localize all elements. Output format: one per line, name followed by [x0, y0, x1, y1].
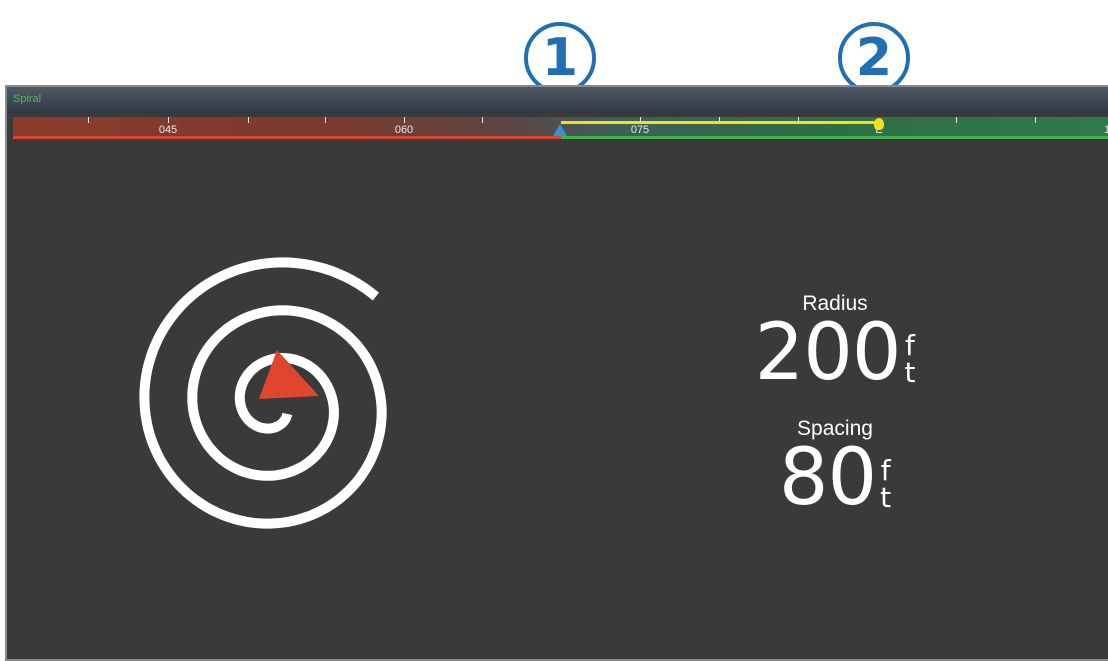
radius-readout: Radius 200 f t — [725, 292, 945, 398]
callout-1: 1 — [524, 22, 596, 94]
spacing-unit: f t — [880, 457, 892, 514]
radius-unit-bottom: t — [904, 355, 916, 389]
radius-unit: f t — [904, 332, 916, 389]
callout-2: 2 — [838, 22, 910, 94]
spacing-value: 80 — [778, 433, 877, 523]
spacing-readout: Spacing 80 f t — [725, 417, 945, 523]
spiral-pattern-screen: Spiral 045 060 075 E 1 Radius 200 f — [5, 85, 1108, 661]
radius-value: 200 — [754, 308, 902, 398]
spacing-unit-bottom: t — [880, 480, 892, 514]
